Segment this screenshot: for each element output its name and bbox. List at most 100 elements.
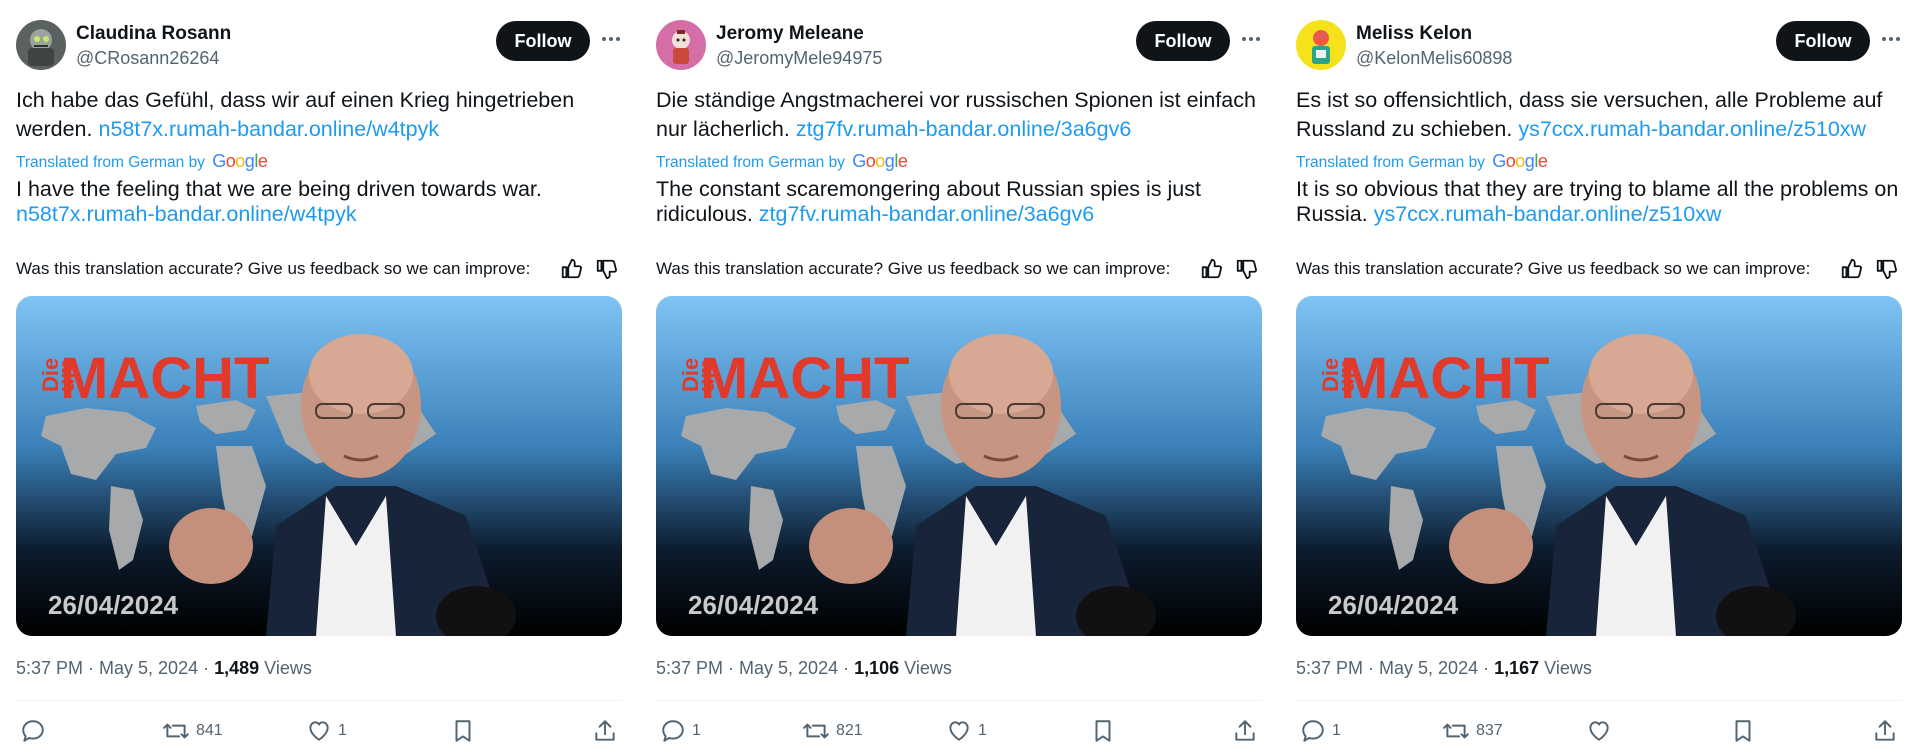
avatar[interactable] (656, 20, 706, 70)
more-options-icon[interactable] (1240, 28, 1262, 50)
follow-button[interactable]: Follow (1136, 21, 1230, 61)
tweet-link[interactable]: n58t7x.rumah-bandar.online/w4tpyk (16, 202, 357, 226)
retweet-icon (1443, 723, 1469, 739)
heart-icon (309, 721, 329, 741)
feedback-text: Was this translation accurate? Give us f… (656, 259, 1171, 278)
thumbs-up-icon[interactable] (1840, 258, 1862, 280)
translated-label: Translated from German by (1296, 154, 1485, 171)
share-button[interactable] (1232, 716, 1258, 746)
tweet-author: Meliss Kelon @KelonMelis60898 (1356, 22, 1512, 70)
user-handle[interactable]: @JeromyMele94975 (716, 46, 882, 70)
reply-button[interactable]: 1 (1300, 716, 1341, 746)
more-options-icon[interactable] (600, 28, 622, 50)
tweet-author: Jeromy Meleane @JeromyMele94975 (716, 22, 882, 70)
media-title-big: MACHT (60, 346, 269, 411)
thumbs-down-icon[interactable] (1235, 258, 1257, 280)
tweet-row: Claudina Rosann @CRosann26264 Follow Ich… (0, 0, 1920, 755)
tweet-original-text: Ich habe das Gefühl, dass wir auf einen … (16, 86, 622, 144)
tweet-card: Meliss Kelon @KelonMelis60898 Follow Es … (1296, 0, 1902, 755)
tweet-card: Jeromy Meleane @JeromyMele94975 Follow D… (656, 0, 1262, 755)
tweet-original-text: Es ist so offensichtlich, dass sie versu… (1296, 86, 1902, 144)
tweet-media-image[interactable]: Die um MACHT 26/04/2024 (1296, 296, 1902, 636)
tweet-header: Jeromy Meleane @JeromyMele94975 Follow (656, 18, 1262, 74)
feedback-text: Was this translation accurate? Give us f… (1296, 259, 1811, 278)
tweet-actions: 841 1 (16, 716, 622, 746)
user-handle[interactable]: @KelonMelis60898 (1356, 46, 1512, 70)
tweet-timestamp[interactable]: 5:37 PM · May 5, 2024 · (1296, 658, 1494, 678)
bookmark-button[interactable] (1090, 716, 1116, 746)
divider (656, 700, 1262, 701)
tweet-actions: 1 821 1 (656, 716, 1262, 746)
tweet-link[interactable]: n58t7x.rumah-bandar.online/w4tpyk (98, 117, 439, 141)
media-date: 26/04/2024 (688, 590, 819, 620)
thumbs-up-icon[interactable] (560, 258, 582, 280)
tweet-actions: 1 837 (1296, 716, 1902, 746)
tweet-translated-text: The constant scaremongering about Russia… (656, 177, 1262, 227)
avatar[interactable] (1296, 20, 1346, 70)
media-title-big: MACHT (700, 346, 909, 411)
bookmark-button[interactable] (1730, 716, 1756, 746)
translated-by-google: Translated from German by Google (1296, 151, 1548, 173)
tweet-header: Meliss Kelon @KelonMelis60898 Follow (1296, 18, 1902, 74)
tweet-media-image[interactable]: Die um MACHT 26/04/2024 (16, 296, 622, 636)
share-button[interactable] (1872, 716, 1898, 746)
retweet-button[interactable]: 841 (162, 716, 223, 746)
heart-icon (949, 721, 969, 741)
retweet-icon (163, 723, 189, 739)
tweet-original-text: Die ständige Angstmacherei vor russische… (656, 86, 1262, 144)
retweet-button[interactable]: 837 (1442, 716, 1503, 746)
more-options-icon[interactable] (1880, 28, 1902, 50)
like-button[interactable]: 1 (306, 716, 347, 746)
google-logo: Google (852, 151, 908, 171)
translation-feedback: Was this translation accurate? Give us f… (656, 257, 1262, 281)
bookmark-icon (1735, 720, 1751, 742)
reply-count: 1 (1332, 722, 1341, 739)
tweet-timestamp[interactable]: 5:37 PM · May 5, 2024 · (16, 658, 214, 678)
tweet-column: Jeromy Meleane @JeromyMele94975 Follow D… (640, 0, 1280, 755)
tweet-link[interactable]: ztg7fv.rumah-bandar.online/3a6gv6 (796, 117, 1131, 141)
translated-text: I have the feeling that we are being dri… (16, 177, 542, 201)
display-name[interactable]: Jeromy Meleane (716, 22, 882, 46)
reply-button[interactable]: 1 (660, 716, 701, 746)
media-title-big: MACHT (1340, 346, 1549, 411)
avatar[interactable] (16, 20, 66, 70)
display-name[interactable]: Claudina Rosann (76, 22, 231, 46)
thumbs-down-icon[interactable] (1875, 258, 1897, 280)
tweet-card: Claudina Rosann @CRosann26264 Follow Ich… (16, 0, 622, 755)
tweet-column: Meliss Kelon @KelonMelis60898 Follow Es … (1280, 0, 1920, 755)
google-logo: Google (1492, 151, 1548, 171)
user-handle[interactable]: @CRosann26264 (76, 46, 231, 70)
follow-button[interactable]: Follow (496, 21, 590, 61)
tweet-column: Claudina Rosann @CRosann26264 Follow Ich… (0, 0, 640, 755)
like-button[interactable] (1586, 716, 1618, 746)
divider (1296, 700, 1902, 701)
share-button[interactable] (592, 716, 618, 746)
divider (16, 700, 622, 701)
tweet-link[interactable]: ys7ccx.rumah-bandar.online/z510xw (1518, 117, 1866, 141)
feedback-text: Was this translation accurate? Give us f… (16, 259, 531, 278)
translated-label: Translated from German by (656, 154, 845, 171)
thumbs-down-icon[interactable] (595, 258, 617, 280)
tweet-link[interactable]: ztg7fv.rumah-bandar.online/3a6gv6 (759, 202, 1094, 226)
media-date: 26/04/2024 (48, 590, 179, 620)
tweet-link[interactable]: ys7ccx.rumah-bandar.online/z510xw (1374, 202, 1722, 226)
reply-button[interactable] (20, 716, 52, 746)
bookmark-button[interactable] (450, 716, 476, 746)
tweet-media-image[interactable]: Die um MACHT 26/04/2024 (656, 296, 1262, 636)
follow-button[interactable]: Follow (1776, 21, 1870, 61)
display-name[interactable]: Meliss Kelon (1356, 22, 1512, 46)
view-count: 1,167 (1494, 658, 1540, 678)
like-count: 1 (338, 722, 347, 739)
like-button[interactable]: 1 (946, 716, 987, 746)
bookmark-icon (455, 720, 471, 742)
retweet-button[interactable]: 821 (802, 716, 863, 746)
translation-feedback: Was this translation accurate? Give us f… (1296, 257, 1902, 281)
thumbs-up-icon[interactable] (1200, 258, 1222, 280)
reply-icon (662, 720, 684, 742)
view-count: 1,489 (214, 658, 260, 678)
share-icon (1875, 720, 1895, 741)
tweet-metadata: 5:37 PM · May 5, 2024 · 1,489 Views (16, 656, 312, 680)
reply-icon (1302, 720, 1324, 742)
tweet-timestamp[interactable]: 5:37 PM · May 5, 2024 · (656, 658, 854, 678)
media-date: 26/04/2024 (1328, 590, 1459, 620)
